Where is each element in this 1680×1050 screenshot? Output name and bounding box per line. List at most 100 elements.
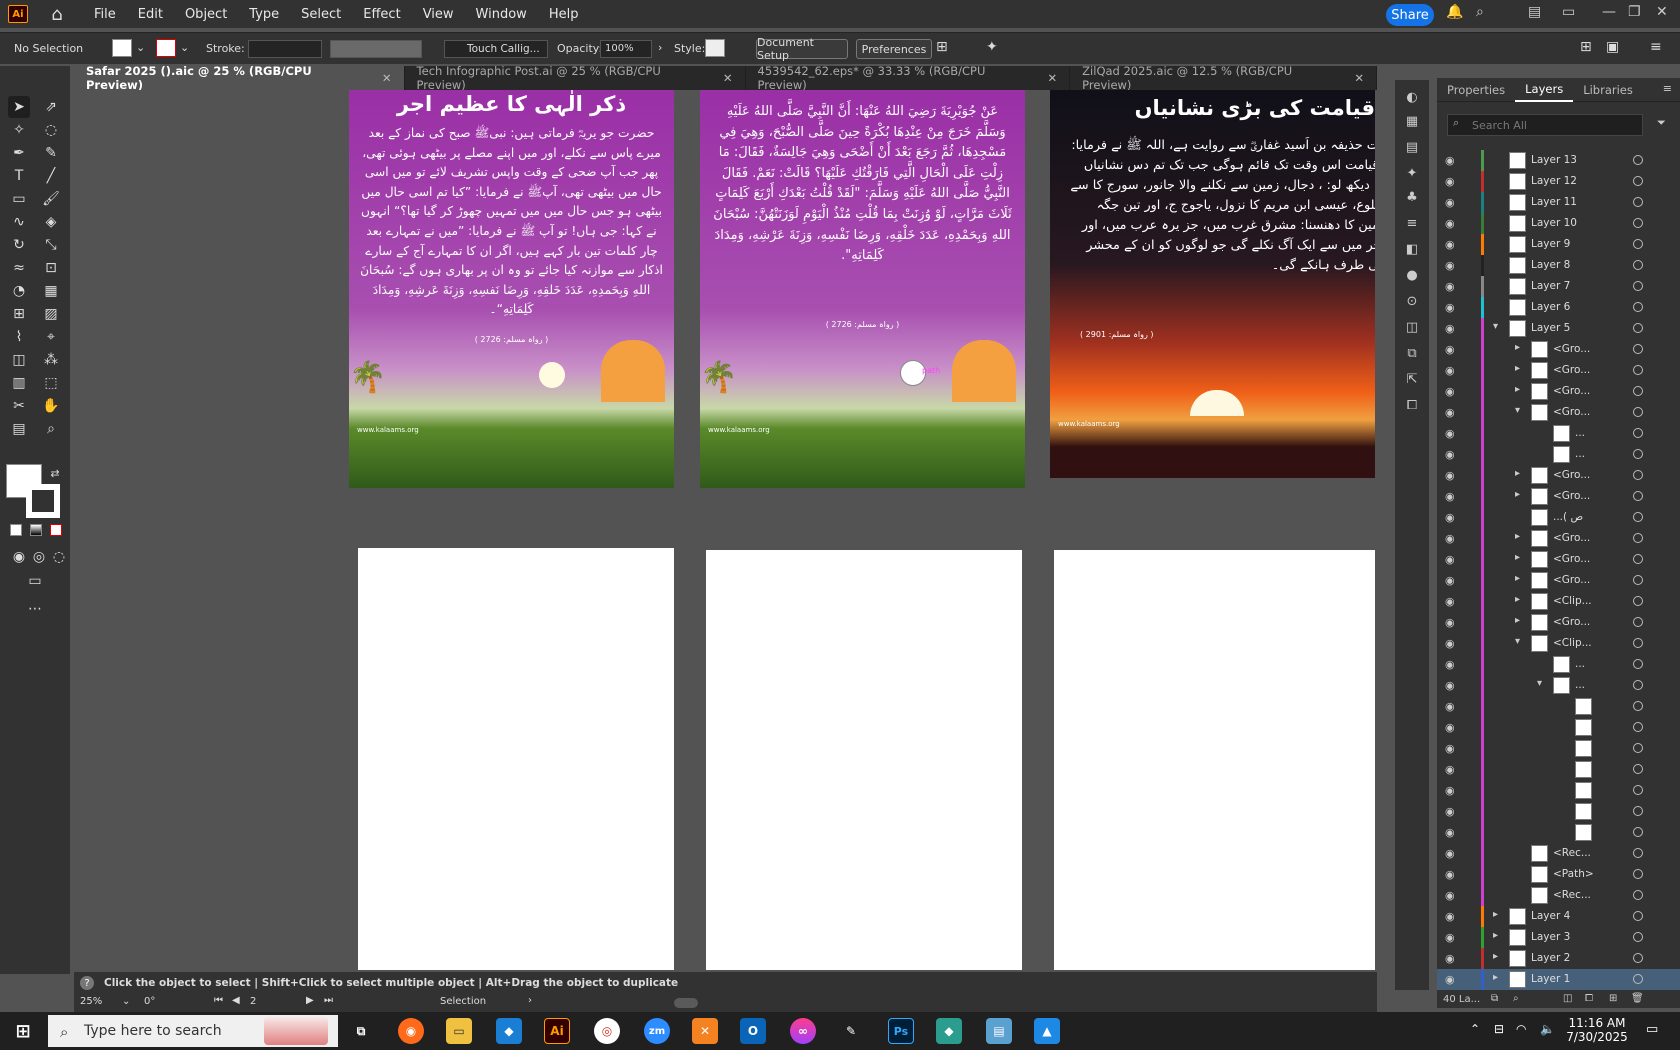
clipping-mask-icon[interactable]: ◫ (1563, 993, 1572, 1004)
draw-behind-icon[interactable]: ◎ (28, 546, 50, 568)
rotation-value[interactable]: 0° (144, 996, 155, 1007)
artboard-1[interactable]: ذکر الٰہی کا عظیم اجر حضرت جو یریہؓ فرما… (349, 90, 674, 488)
layer-name[interactable]: <Gro... (1553, 385, 1590, 397)
layer-target-icon[interactable] (1633, 155, 1643, 165)
layer-row[interactable]: ◉ Layer 12 (1437, 171, 1680, 192)
tab-layers[interactable]: Layers (1515, 78, 1574, 102)
shaper-tool-icon[interactable]: ∿ (8, 211, 30, 233)
layer-target-icon[interactable] (1633, 365, 1643, 375)
layer-name[interactable]: Layer 1 (1531, 973, 1570, 985)
layer-row[interactable]: ◉ (1437, 801, 1680, 822)
layer-name[interactable]: <Gro... (1553, 364, 1590, 376)
layer-target-icon[interactable] (1633, 974, 1643, 984)
visibility-eye-icon[interactable]: ◉ (1445, 868, 1455, 881)
layer-name[interactable]: Layer 3 (1531, 931, 1570, 943)
share-button[interactable]: Share (1386, 4, 1434, 26)
visibility-eye-icon[interactable]: ◉ (1445, 154, 1455, 167)
close-icon[interactable]: ✕ (1048, 71, 1058, 85)
layer-target-icon[interactable] (1633, 890, 1643, 900)
opacity-field[interactable]: 100% (600, 40, 652, 58)
chevron-right-icon[interactable]: ▸ (1515, 489, 1520, 500)
export-icon[interactable]: ⇱ (1401, 368, 1423, 390)
layer-row[interactable]: ◉ ▸ <Gro... (1437, 339, 1680, 360)
chevron-down-icon[interactable]: ▾ (1493, 321, 1498, 332)
chevron-down-icon[interactable]: ⌄ (122, 996, 130, 1007)
screen-mode-icon[interactable]: ▭ (24, 570, 46, 592)
pen-tool-icon[interactable]: ✒ (8, 142, 30, 164)
chevron-up-icon[interactable]: ⌃ (1470, 1022, 1480, 1036)
tab-properties[interactable]: Properties (1437, 78, 1515, 102)
chevron-right-icon[interactable]: ▸ (1515, 384, 1520, 395)
graphic-styles-icon[interactable]: ◫ (1401, 316, 1423, 338)
layer-row[interactable]: ◉ ▸ Layer 4 (1437, 906, 1680, 927)
layer-row[interactable]: ◉ ▸ <Gro... (1437, 486, 1680, 507)
chevron-right-icon[interactable]: ▸ (1493, 951, 1498, 962)
layer-name[interactable]: Layer 5 (1531, 322, 1570, 334)
illustrator-logo[interactable]: Ai (8, 5, 28, 23)
chevron-right-icon[interactable]: ▸ (1493, 930, 1498, 941)
measure-icon[interactable]: ⌖ (40, 326, 62, 348)
eraser-tool-icon[interactable]: ◈ (40, 211, 62, 233)
layer-name[interactable]: Layer 11 (1531, 196, 1577, 208)
layer-row[interactable]: ◉... (1437, 444, 1680, 465)
close-icon[interactable]: ✕ (382, 71, 392, 85)
menu-window[interactable]: Window (476, 7, 527, 22)
pathfinder-icon[interactable]: ⧉ (1401, 342, 1423, 364)
symbols-icon[interactable]: ♣ (1401, 186, 1423, 208)
visibility-eye-icon[interactable]: ◉ (1445, 280, 1455, 293)
chevron-right-icon[interactable]: ▸ (1515, 573, 1520, 584)
layer-target-icon[interactable] (1633, 827, 1643, 837)
layer-row[interactable]: ◉ ▾ <Gro... (1437, 402, 1680, 423)
layer-name[interactable]: ... (1575, 448, 1585, 460)
layer-target-icon[interactable] (1633, 554, 1643, 564)
layer-row[interactable]: ◉ Layer 6 (1437, 297, 1680, 318)
firefox-icon[interactable]: ◉ (398, 1018, 424, 1044)
layer-name[interactable]: <Gro... (1553, 553, 1590, 565)
layer-name[interactable]: Layer 12 (1531, 175, 1577, 187)
menu-help[interactable]: Help (549, 7, 579, 22)
layer-name[interactable]: Layer 2 (1531, 952, 1570, 964)
visibility-eye-icon[interactable]: ◉ (1445, 385, 1455, 398)
inkscape-icon[interactable]: ✎ (838, 1018, 864, 1044)
direct-selection-tool-icon[interactable]: ⇗ (40, 96, 62, 118)
xampp-icon[interactable]: ✕ (692, 1018, 718, 1044)
layer-name[interactable]: Layer 8 (1531, 259, 1570, 271)
layer-target-icon[interactable] (1633, 533, 1643, 543)
visibility-eye-icon[interactable]: ◉ (1445, 721, 1455, 734)
menu-icon[interactable]: ≡ (1650, 39, 1662, 55)
first-artboard-icon[interactable]: ⏮ (214, 995, 223, 1006)
artboard-3[interactable]: قیامت کی بڑی نشانیاں رت حذیفہ بن اَسید غ… (1050, 90, 1375, 478)
visibility-eye-icon[interactable]: ◉ (1445, 763, 1455, 776)
magic-wand-icon[interactable]: ✧ (8, 119, 30, 141)
layer-name[interactable]: <Path> (1553, 868, 1594, 880)
visibility-eye-icon[interactable]: ◉ (1445, 175, 1455, 188)
filter-icon[interactable]: ⏷ (1657, 116, 1666, 130)
layer-name[interactable]: ... (1575, 658, 1585, 670)
visibility-eye-icon[interactable]: ◉ (1445, 805, 1455, 818)
lasso-icon[interactable]: ◌ (40, 119, 62, 141)
visibility-eye-icon[interactable]: ◉ (1445, 469, 1455, 482)
visibility-eye-icon[interactable]: ◉ (1445, 238, 1455, 251)
layer-name[interactable]: Layer 4 (1531, 910, 1570, 922)
draw-normal-icon[interactable]: ◉ (8, 546, 30, 568)
layer-target-icon[interactable] (1633, 701, 1643, 711)
tab-doc-1[interactable]: Safar 2025 ().aic @ 25 % (RGB/CPU Previe… (74, 64, 405, 92)
layer-row[interactable]: ◉ (1437, 738, 1680, 759)
layer-row[interactable]: ◉ ▾ <Clip... (1437, 633, 1680, 654)
chevron-right-icon[interactable]: ▸ (1493, 909, 1498, 920)
symbol-sprayer-icon[interactable]: ⁂ (40, 349, 62, 371)
draw-inside-icon[interactable]: ◌ (48, 546, 70, 568)
close-icon[interactable]: ✕ (1354, 71, 1364, 85)
artboard-5[interactable] (706, 550, 1022, 970)
panel-menu-icon[interactable]: ≡ (1663, 82, 1672, 95)
chevron-down-icon[interactable]: ▾ (1515, 405, 1520, 416)
stroke-weight-field[interactable] (248, 40, 322, 58)
visibility-eye-icon[interactable]: ◉ (1445, 973, 1455, 986)
layer-row[interactable]: ◉ ▸ <Gro... (1437, 360, 1680, 381)
outlook-icon[interactable]: O (740, 1018, 766, 1044)
layer-target-icon[interactable] (1633, 953, 1643, 963)
visibility-eye-icon[interactable]: ◉ (1445, 427, 1455, 440)
rectangle-tool-icon[interactable]: ▭ (8, 188, 30, 210)
minimize-icon[interactable]: — (1602, 4, 1616, 20)
color-icon[interactable]: ◐ (1401, 86, 1423, 108)
